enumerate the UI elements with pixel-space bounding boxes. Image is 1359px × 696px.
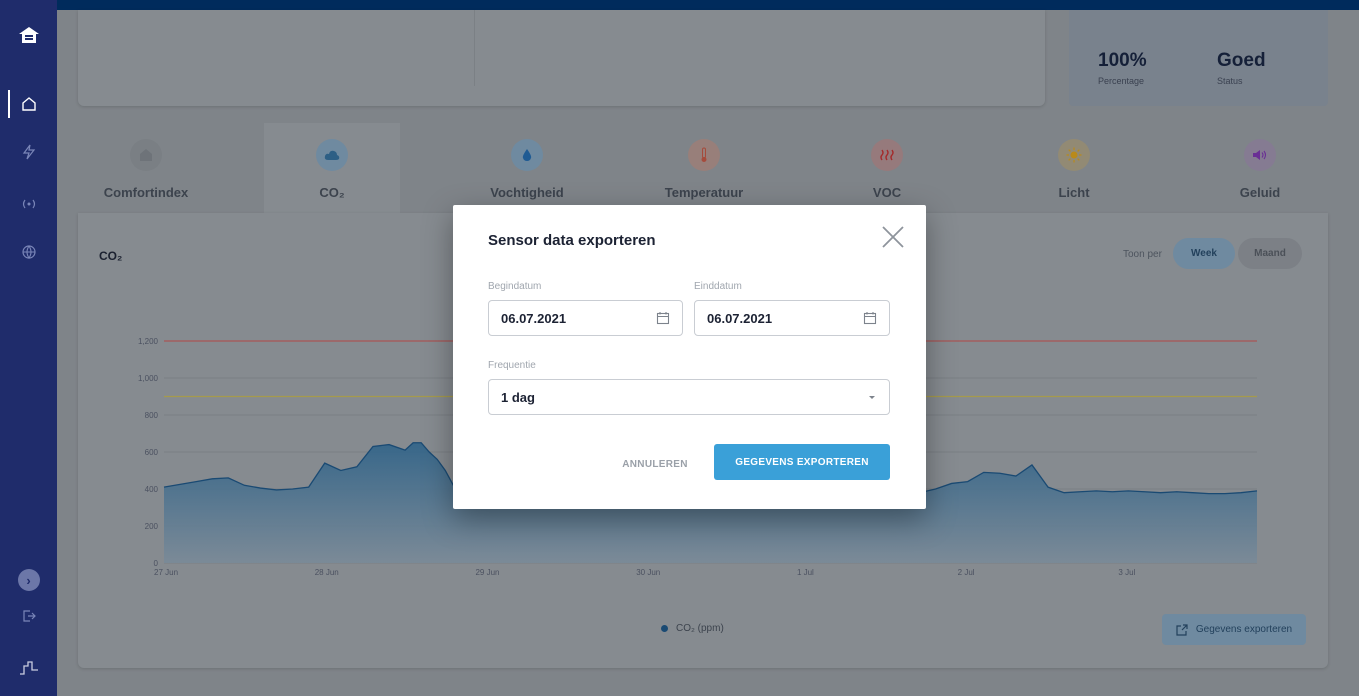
- tab-voc[interactable]: VOC: [819, 123, 955, 213]
- tab-label: Temperatuur: [664, 185, 744, 200]
- end-date-value: 06.07.2021: [707, 310, 773, 326]
- stat-percentage: 100% Percentage: [1098, 50, 1147, 86]
- x-tick-label: 29 Jun: [475, 568, 499, 577]
- end-date-label: Einddatum: [694, 281, 742, 292]
- stat-value: 100%: [1098, 50, 1147, 71]
- y-tick-label: 800: [145, 411, 159, 420]
- overview-card: [78, 10, 1045, 106]
- frequency-select[interactable]: 1 dag: [488, 379, 890, 415]
- tab-label: CO₂: [319, 185, 345, 200]
- begin-date-value: 06.07.2021: [501, 310, 567, 326]
- stats-card: 100% Percentage Goed Status: [1069, 10, 1328, 106]
- close-icon[interactable]: [879, 223, 907, 251]
- home-icon: [130, 139, 162, 171]
- legend-dot: [661, 625, 668, 632]
- begin-date-label: Begindatum: [488, 281, 542, 292]
- x-tick-label: 1 Jul: [797, 568, 814, 577]
- x-tick-label: 28 Jun: [315, 568, 339, 577]
- chart-legend: CO₂ (ppm): [661, 623, 724, 634]
- x-tick-label: 3 Jul: [1118, 568, 1135, 577]
- heat-icon: [871, 139, 903, 171]
- x-tick-label: 30 Jun: [636, 568, 660, 577]
- export-label: Gegevens exporteren: [1195, 624, 1293, 635]
- end-date-input[interactable]: 06.07.2021: [694, 300, 890, 336]
- stat-label: Percentage: [1098, 76, 1145, 86]
- export-icon: [1176, 623, 1188, 636]
- energy-icon[interactable]: [0, 132, 57, 172]
- stat-value: Goed: [1217, 50, 1266, 71]
- begin-date-input[interactable]: 06.07.2021: [488, 300, 683, 336]
- thermometer-icon: [688, 139, 720, 171]
- top-band: [57, 0, 1359, 10]
- export-data-button[interactable]: Gegevens exporteren: [1162, 614, 1306, 645]
- tab-geluid[interactable]: Geluid: [1192, 123, 1328, 213]
- sun-icon: [1058, 139, 1090, 171]
- tab-comfortindex[interactable]: Comfortindex: [78, 123, 214, 213]
- frequency-label: Frequentie: [488, 360, 536, 371]
- tab-label: Vochtigheid: [490, 185, 564, 200]
- sensor-tabs: Comfortindex CO₂ Vochtigheid Temperatuur…: [78, 123, 1328, 213]
- logo-icon[interactable]: [0, 15, 57, 55]
- tab-vochtigheid[interactable]: Vochtigheid: [459, 123, 595, 213]
- export-button[interactable]: GEGEVENS EXPORTEREN: [714, 444, 890, 480]
- cloud-icon: [316, 139, 348, 171]
- y-tick-label: 600: [145, 448, 159, 457]
- tab-licht[interactable]: Licht: [1006, 123, 1142, 213]
- home-icon[interactable]: [0, 84, 57, 124]
- calendar-icon[interactable]: [863, 311, 877, 325]
- x-tick-label: 2 Jul: [958, 568, 975, 577]
- calendar-icon[interactable]: [656, 311, 670, 325]
- stat-label: Status: [1217, 76, 1243, 86]
- legend-label: CO₂ (ppm): [676, 623, 724, 634]
- tab-label: Comfortindex: [103, 185, 189, 200]
- expand-icon[interactable]: ›: [0, 560, 57, 600]
- divider: [474, 10, 475, 86]
- chevron-down-icon: [869, 396, 875, 399]
- dialog-title: Sensor data exporteren: [488, 232, 656, 249]
- frequency-value: 1 dag: [501, 389, 535, 405]
- y-tick-label: 400: [145, 485, 159, 494]
- tab-label: VOC: [872, 185, 902, 200]
- tab-label: Licht: [1058, 185, 1090, 200]
- tab-label: Geluid: [1239, 185, 1281, 200]
- stat-status: Goed Status: [1217, 50, 1266, 86]
- y-tick-label: 1,000: [138, 374, 159, 383]
- x-tick-label: 27 Jun: [154, 568, 178, 577]
- y-tick-label: 200: [145, 522, 159, 531]
- globe-icon[interactable]: [0, 232, 57, 272]
- speaker-icon: [1244, 139, 1276, 171]
- analytics-icon[interactable]: [0, 648, 57, 688]
- logout-icon[interactable]: [0, 596, 57, 636]
- tab-temperatuur[interactable]: Temperatuur: [636, 123, 772, 213]
- cancel-button[interactable]: ANNULEREN: [605, 447, 705, 481]
- export-dialog: Sensor data exporteren Begindatum 06.07.…: [453, 205, 926, 509]
- y-tick-label: 1,200: [138, 337, 159, 346]
- sensor-icon[interactable]: [0, 184, 57, 224]
- droplet-icon: [511, 139, 543, 171]
- tab-co2[interactable]: CO₂: [264, 123, 400, 213]
- sidebar: ›: [0, 0, 57, 696]
- y-tick-label: 0: [154, 559, 159, 568]
